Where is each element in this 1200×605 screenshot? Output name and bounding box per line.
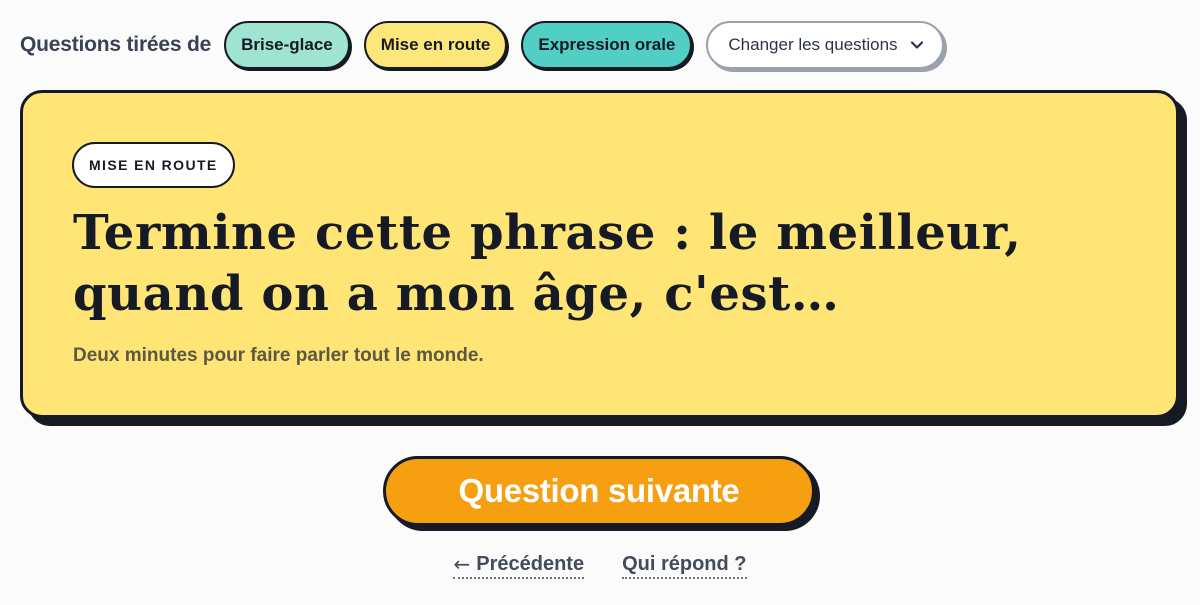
previous-label: Précédente [476, 552, 585, 575]
arrow-left-icon: ← [453, 552, 471, 576]
chip-brise-glace[interactable]: Brise-glace [224, 21, 350, 69]
page: Questions tirées de Brise-glace Mise en … [0, 0, 1200, 605]
filter-label: Questions tirées de [20, 33, 212, 56]
who-answers-link[interactable]: Qui répond ? [622, 552, 747, 579]
change-questions-label: Changer les questions [728, 35, 898, 54]
question-card: MISE EN ROUTE Termine cette phrase : le … [20, 90, 1179, 418]
question-source-filter: Questions tirées de Brise-glace Mise en … [20, 20, 958, 70]
question-text: Termine cette phrase : le meilleur, quan… [73, 205, 1022, 322]
change-questions-button[interactable]: Changer les questions [706, 21, 944, 69]
secondary-actions: ← Précédente Qui répond ? [0, 552, 1200, 579]
chip-mise-en-route[interactable]: Mise en route [363, 21, 508, 69]
chevron-down-icon [910, 41, 923, 49]
next-question-button[interactable]: Question suivante [383, 456, 815, 526]
category-badge: MISE EN ROUTE [72, 142, 235, 188]
question-subtitle: Deux minutes pour faire parler tout le m… [73, 345, 484, 366]
chip-expression-orale[interactable]: Expression orale [521, 21, 693, 69]
previous-link[interactable]: ← Précédente [453, 552, 585, 579]
